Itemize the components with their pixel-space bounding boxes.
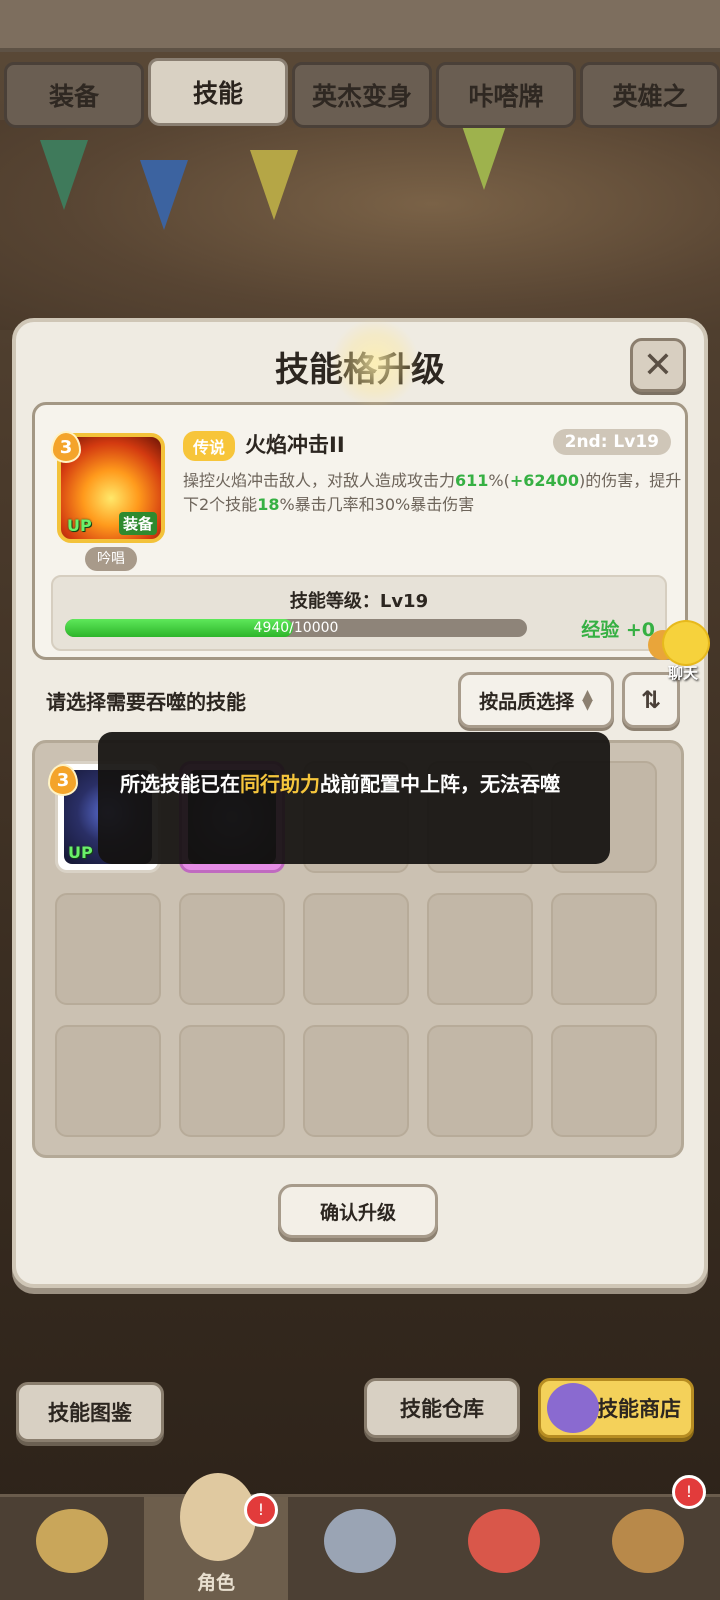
skill-card: UP 装备 3 吟唱 传说 火焰冲击II 2nd: Lv19 操控火焰冲击敌人，… bbox=[32, 402, 688, 660]
sparkle-effect bbox=[330, 318, 420, 408]
sword-icon bbox=[324, 1509, 396, 1573]
exp-progress-text: 4940/10000 bbox=[253, 620, 339, 636]
star-level-badge: 3 bbox=[51, 431, 81, 463]
skill-shop-label: 技能商店 bbox=[597, 1397, 681, 1421]
nav-item-totem[interactable] bbox=[0, 1497, 144, 1600]
skill-storage-button[interactable]: 技能仓库 bbox=[364, 1378, 520, 1438]
select-skill-label: 请选择需要吞噬的技能 bbox=[46, 690, 246, 714]
chat-button[interactable]: 聊天 bbox=[648, 620, 718, 682]
empty-skill-slot[interactable] bbox=[303, 1025, 409, 1137]
nav-item-character[interactable]: ! 角色 bbox=[144, 1473, 288, 1600]
skill-level-badge: 2nd: Lv19 bbox=[552, 429, 671, 455]
background-scene bbox=[0, 120, 720, 330]
empty-skill-slot[interactable] bbox=[427, 893, 533, 1005]
pet-icon bbox=[468, 1509, 540, 1573]
nav-item-pet[interactable] bbox=[432, 1497, 576, 1600]
exp-progress-bar: 4940/10000 bbox=[65, 619, 527, 637]
bottom-nav: ! 角色 ! bbox=[0, 1473, 720, 1600]
exp-gain: 经验 +0 bbox=[581, 619, 655, 641]
close-icon: ✕ bbox=[642, 344, 674, 386]
empty-skill-slot[interactable] bbox=[55, 893, 161, 1005]
tab-hero-transform[interactable]: 英杰变身 bbox=[292, 62, 432, 128]
top-frame bbox=[0, 0, 720, 52]
totem-icon bbox=[36, 1509, 108, 1573]
nav-label-character: 角色 bbox=[196, 1572, 235, 1594]
empty-skill-slot[interactable] bbox=[179, 1025, 285, 1137]
empty-skill-slot[interactable] bbox=[551, 893, 657, 1005]
top-tabs: 装备 技能 英杰变身 咔嗒牌 英雄之 bbox=[0, 58, 720, 130]
star-level-badge: 3 bbox=[48, 764, 78, 796]
bunting-flag bbox=[140, 160, 188, 230]
notification-badge: ! bbox=[672, 1475, 706, 1509]
rarity-badge: 传说 bbox=[183, 431, 236, 461]
sort-icon: ⇅ bbox=[640, 686, 662, 714]
tab-hero-of[interactable]: 英雄之 bbox=[580, 62, 720, 128]
nav-item-base[interactable]: ! bbox=[576, 1475, 720, 1600]
base-icon bbox=[612, 1509, 684, 1573]
tab-equipment[interactable]: 装备 bbox=[4, 62, 144, 128]
nav-item-weapons[interactable] bbox=[288, 1497, 432, 1600]
empty-skill-slot[interactable] bbox=[427, 1025, 533, 1137]
bunting-flag bbox=[250, 150, 298, 220]
exp-box: 技能等级：Lv19 4940/10000 经验 +0 bbox=[51, 575, 667, 651]
skill-codex-button[interactable]: 技能图鉴 bbox=[16, 1382, 164, 1442]
quality-select-button[interactable]: 按品质选择 ▲ ▼ bbox=[458, 672, 614, 728]
empty-skill-slot[interactable] bbox=[303, 893, 409, 1005]
equip-tag: 装备 bbox=[118, 512, 157, 535]
quality-select-label: 按品质选择 bbox=[479, 690, 575, 713]
skill-level-label: 技能等级：Lv19 bbox=[289, 591, 429, 612]
close-button[interactable]: ✕ bbox=[630, 338, 686, 392]
empty-skill-slot[interactable] bbox=[55, 1025, 161, 1137]
skill-shop-button[interactable]: 技能商店 bbox=[538, 1378, 694, 1438]
empty-skill-slot[interactable] bbox=[179, 893, 285, 1005]
up-tag: UP bbox=[68, 843, 93, 862]
skill-name: 火焰冲击II bbox=[245, 433, 345, 457]
confirm-upgrade-button[interactable]: 确认升级 bbox=[278, 1184, 438, 1238]
skill-description: 操控火焰冲击敌人，对敌人造成攻击力611%(+62400)的伤害，提升下2个技能… bbox=[183, 471, 682, 514]
chevron-updown-icon: ▲ ▼ bbox=[582, 687, 593, 713]
tab-skills[interactable]: 技能 bbox=[148, 58, 288, 126]
shop-merchant-icon bbox=[547, 1383, 599, 1433]
empty-skill-slot[interactable] bbox=[551, 1025, 657, 1137]
smiley-icon bbox=[662, 620, 710, 666]
chat-label: 聊天 bbox=[667, 664, 698, 682]
bunting-flag bbox=[40, 140, 88, 210]
bunting-flag bbox=[460, 120, 508, 190]
tab-cards[interactable]: 咔嗒牌 bbox=[436, 62, 576, 128]
chant-tag: 吟唱 bbox=[85, 547, 137, 571]
toast-message: 所选技能已在同行助力战前配置中上阵，无法吞噬 bbox=[98, 732, 610, 864]
up-tag: UP bbox=[67, 516, 92, 535]
notification-badge: ! bbox=[244, 1493, 278, 1527]
